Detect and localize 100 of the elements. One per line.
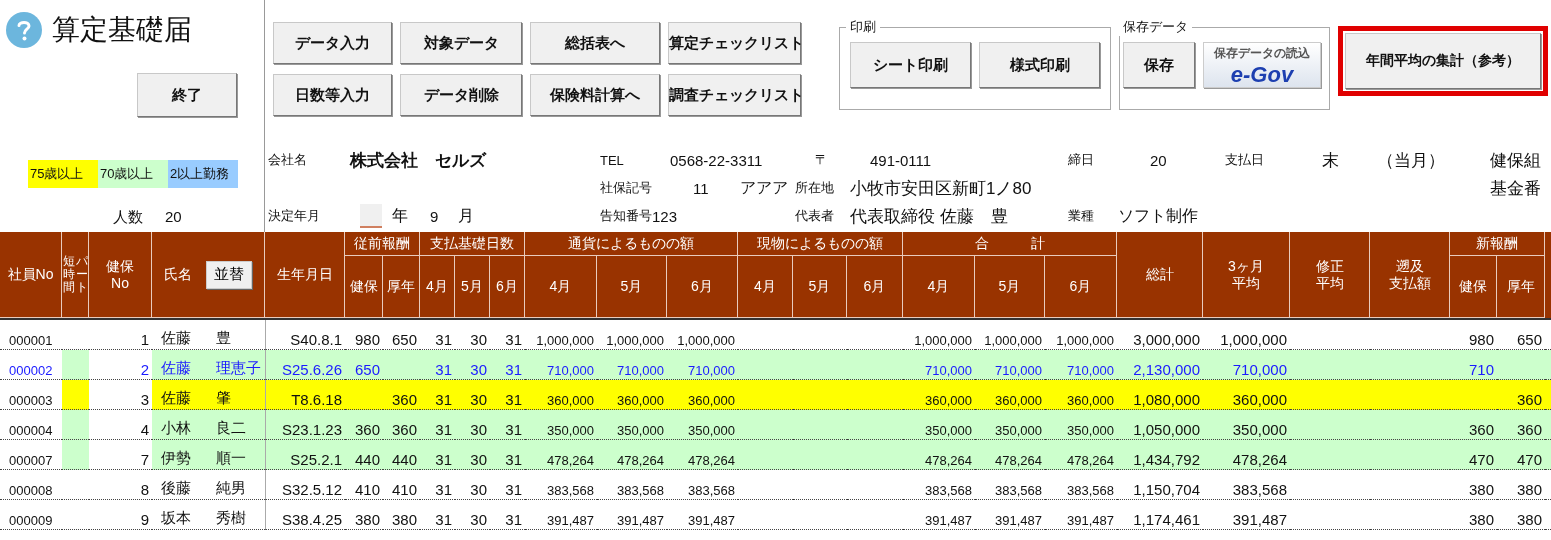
table-cell: 383,568 bbox=[1045, 470, 1117, 500]
help-icon[interactable] bbox=[6, 12, 42, 48]
table-cell: 30 bbox=[455, 380, 490, 410]
table-cell: T8.6.18 bbox=[265, 380, 345, 410]
table-cell: 478,264 bbox=[903, 440, 975, 470]
field-value: 9 bbox=[430, 207, 440, 225]
table-cell: 380 bbox=[1450, 500, 1497, 530]
table-cell: 9 bbox=[89, 500, 152, 530]
column-group-header: 新報酬 bbox=[1450, 232, 1545, 256]
surname-text: 佐藤 bbox=[161, 329, 192, 348]
column-header: 4月 bbox=[420, 256, 455, 318]
field-value: 末 bbox=[1322, 149, 1340, 172]
table-cell: 478,264 bbox=[975, 440, 1045, 470]
surname-text: 伊勢 bbox=[161, 449, 192, 468]
sort-button[interactable]: 並替 bbox=[206, 260, 252, 289]
table-cell: 31 bbox=[420, 440, 455, 470]
column-header: 6月 bbox=[490, 256, 525, 318]
column-header: 5月 bbox=[455, 256, 490, 318]
table-cell: 383,568 bbox=[525, 470, 597, 500]
toolbar-button[interactable]: 保険料計算へ bbox=[530, 74, 660, 116]
table-cell: 30 bbox=[455, 440, 490, 470]
given-name-text: 純男 bbox=[216, 479, 246, 498]
company-name: 株式会社 セルズ bbox=[350, 149, 486, 172]
table-cell: 478,264 bbox=[1045, 440, 1117, 470]
table-cell: 350,000 bbox=[1203, 410, 1290, 440]
column-header: 厚年 bbox=[1497, 256, 1545, 318]
table-cell: 383,568 bbox=[1203, 470, 1290, 500]
table-cell: 350,000 bbox=[975, 410, 1045, 440]
egov-load-button[interactable]: 保存データの読込 e-Gov bbox=[1203, 42, 1321, 88]
egov-logo: e-Gov bbox=[1230, 62, 1294, 88]
table-cell: 360,000 bbox=[525, 380, 597, 410]
table-cell: 31 bbox=[490, 500, 525, 530]
table-cell: 350,000 bbox=[1045, 410, 1117, 440]
column-header: 5月 bbox=[597, 256, 667, 318]
field-value: ソフト制作 bbox=[1118, 205, 1198, 226]
headcount-label: 人数 bbox=[113, 208, 143, 227]
table-cell: 31 bbox=[420, 470, 455, 500]
year-input[interactable] bbox=[360, 204, 382, 228]
table-cell: 710 bbox=[1450, 350, 1497, 380]
toolbar-button[interactable]: 日数等入力 bbox=[273, 74, 392, 116]
column-header-text: 支払額 bbox=[1388, 274, 1431, 292]
table-cell: S38.4.25 bbox=[265, 500, 345, 530]
print-button[interactable]: シート印刷 bbox=[850, 42, 971, 88]
column-header: 健保 bbox=[345, 256, 383, 318]
toolbar-button[interactable]: 総括表へ bbox=[530, 22, 660, 64]
legend-chip: 75歳以上 bbox=[28, 160, 98, 188]
column-header: 4月 bbox=[525, 256, 597, 318]
column-header: 6月 bbox=[847, 256, 903, 318]
surname-text: 後藤 bbox=[161, 479, 192, 498]
field-value: 代表取締役 佐藤 豊 bbox=[850, 205, 1008, 228]
field-label: 会社名 bbox=[268, 151, 307, 169]
toolbar-button[interactable]: 算定チェックリスト bbox=[668, 22, 801, 64]
column-header: 5月 bbox=[975, 256, 1045, 318]
table-cell: 710,000 bbox=[525, 350, 597, 380]
column-header: 生年月日 bbox=[265, 232, 345, 318]
field-label: 社保記号 bbox=[600, 179, 653, 197]
table-cell: 710,000 bbox=[975, 350, 1045, 380]
column-group-header: 従前報酬 bbox=[345, 232, 420, 256]
field-label: 業種 bbox=[1068, 207, 1095, 225]
toolbar-button[interactable]: 調査チェックリスト bbox=[668, 74, 801, 116]
toolbar-button[interactable]: 対象データ bbox=[400, 22, 522, 64]
table-cell: 360 bbox=[1497, 410, 1545, 440]
table-cell: 710,000 bbox=[1045, 350, 1117, 380]
table-cell: 391,487 bbox=[975, 500, 1045, 530]
column-group-header: 合 計 bbox=[903, 232, 1117, 256]
surname-text: 坂本 bbox=[161, 509, 192, 528]
field-label: TEL bbox=[600, 152, 625, 168]
egov-caption: 保存データの読込 bbox=[1214, 45, 1310, 62]
table-cell: 383,568 bbox=[667, 470, 738, 500]
column-header: 健保 bbox=[1450, 256, 1497, 318]
column-header-text: 平均 bbox=[1315, 274, 1344, 292]
annual-average-button[interactable]: 年間平均の集計（参考） bbox=[1345, 33, 1541, 89]
column-group-header: 通貨によるものの額 bbox=[525, 232, 738, 256]
table-cell: S25.2.1 bbox=[265, 440, 345, 470]
table-cell: 478,264 bbox=[525, 440, 597, 470]
exit-button[interactable]: 終了 bbox=[137, 73, 237, 117]
save-button[interactable]: 保存 bbox=[1123, 42, 1195, 88]
table-cell: 440 bbox=[345, 440, 383, 470]
toolbar-button[interactable]: データ入力 bbox=[273, 22, 392, 64]
field-label: 支払日 bbox=[1225, 151, 1265, 169]
table-cell: 360,000 bbox=[1045, 380, 1117, 410]
table-cell: 380 bbox=[1497, 500, 1545, 530]
table-cell: 391,487 bbox=[903, 500, 975, 530]
print-button[interactable]: 様式印刷 bbox=[979, 42, 1100, 88]
table-cell: 383,568 bbox=[903, 470, 975, 500]
given-name-text: 肇 bbox=[216, 389, 231, 408]
table-cell: 31 bbox=[420, 500, 455, 530]
field-label: 締日 bbox=[1068, 151, 1095, 169]
given-name-text: 良二 bbox=[216, 419, 246, 438]
column-header: 5月 bbox=[793, 256, 847, 318]
toolbar-button[interactable]: データ削除 bbox=[400, 74, 522, 116]
table-cell: 391,487 bbox=[597, 500, 667, 530]
table-cell: 360,000 bbox=[1203, 380, 1290, 410]
field-label: 告知番号 bbox=[600, 207, 652, 225]
column-group-header: 現物によるものの額 bbox=[738, 232, 903, 256]
field-label: 〒 bbox=[814, 151, 829, 169]
table-cell: 380 bbox=[383, 500, 420, 530]
table-cell: 710,000 bbox=[1203, 350, 1290, 380]
table-cell: 360 bbox=[1450, 410, 1497, 440]
table-cell: 31 bbox=[490, 470, 525, 500]
